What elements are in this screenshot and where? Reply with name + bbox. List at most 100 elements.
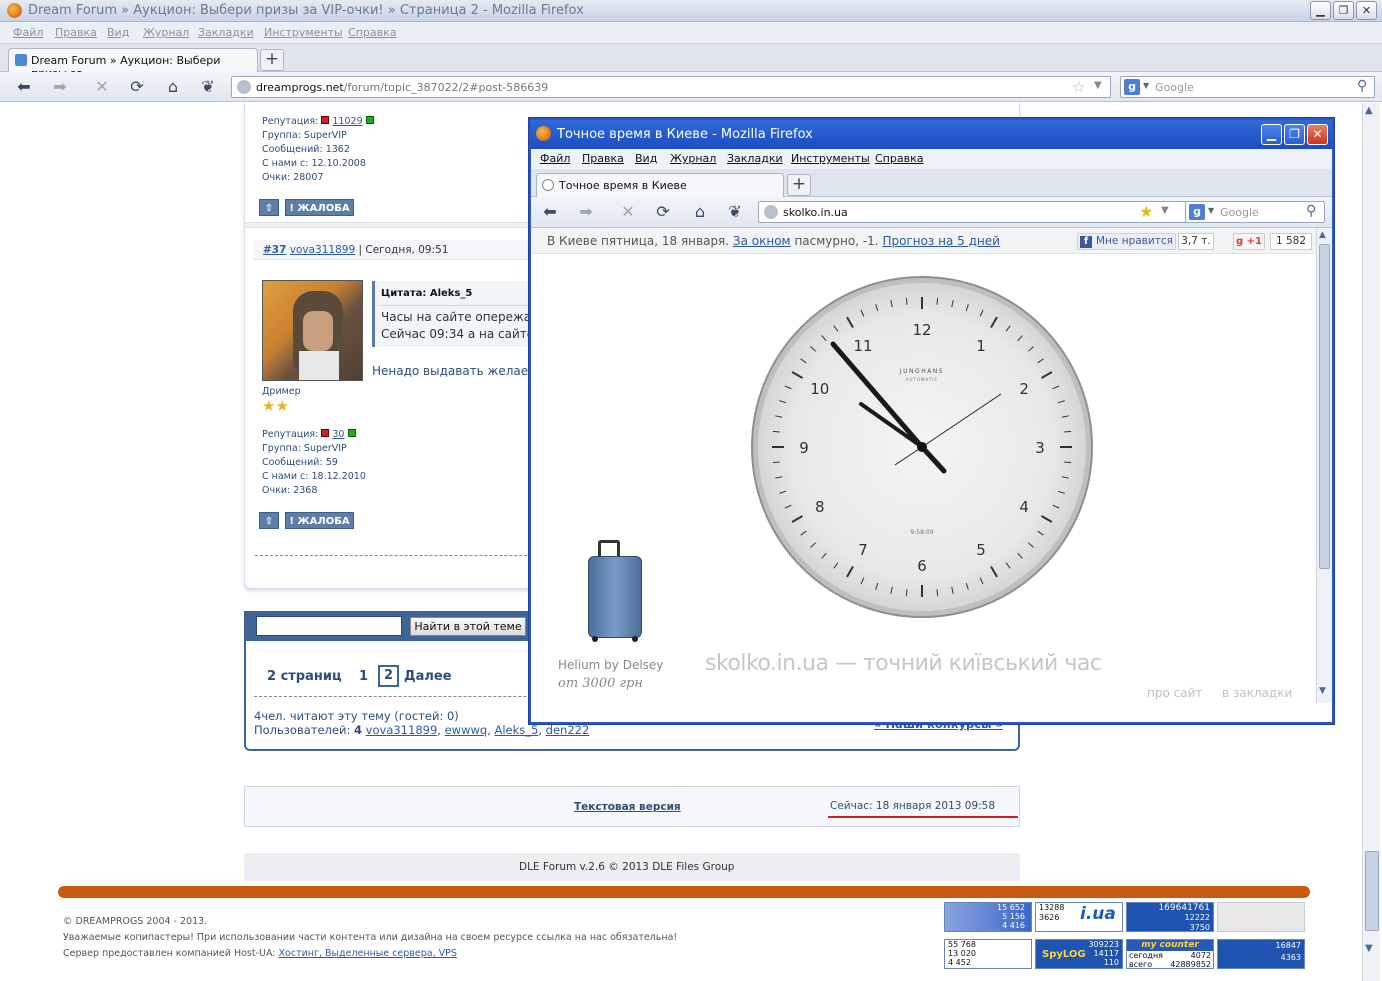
post2-complaint-button[interactable]: ! ЖАЛОБА	[285, 512, 354, 529]
maximize-button[interactable]: ❐	[1333, 1, 1354, 20]
popup-new-tab-button[interactable]: +	[787, 174, 811, 196]
menu-bookmarks[interactable]: Закладки	[198, 26, 254, 39]
menu-edit[interactable]: Правка	[55, 26, 97, 39]
text-version-link[interactable]: Текстовая версия	[574, 801, 681, 813]
post2-author-link[interactable]: vova311899	[290, 244, 355, 256]
popup-forward-icon[interactable]: ➡	[576, 202, 596, 222]
popup-bookmark-star-icon[interactable]: ★	[1139, 202, 1153, 221]
facebook-icon: f	[1080, 236, 1092, 248]
counter-empty[interactable]	[1217, 902, 1305, 932]
main-scrollbar[interactable]: ▲ ▼	[1362, 103, 1380, 981]
counter-uaportal[interactable]: 169641761 12222 3750	[1126, 902, 1214, 932]
home-icon[interactable]: ⌂	[163, 77, 183, 97]
popup-home-icon[interactable]: ⌂	[690, 202, 710, 222]
scroll-down-icon[interactable]: ▼	[1365, 943, 1373, 954]
about-link[interactable]: про сайт	[1147, 686, 1202, 700]
minimize-button[interactable]: ▁	[1310, 1, 1331, 20]
popup-back-icon[interactable]: ⬅	[540, 202, 560, 222]
popup-engine-dropdown-icon[interactable]: ▼	[1208, 206, 1214, 215]
popup-menu-edit[interactable]: Правка	[582, 152, 624, 165]
clock-number: 12	[912, 321, 931, 339]
menu-history[interactable]: Журнал	[143, 26, 189, 39]
popup-menu-history[interactable]: Журнал	[670, 152, 716, 165]
bookmark-star-icon[interactable]: ☆	[1072, 78, 1085, 96]
forecast-link[interactable]: Прогноз на 5 дней	[882, 234, 999, 248]
popup-scrollbar[interactable]: ▲ ▼	[1316, 228, 1332, 703]
weather-text: В Киеве пятница, 18 января. За окном пас…	[547, 234, 1000, 248]
ad-title[interactable]: Helium by Delsey	[558, 658, 663, 672]
popup-maximize-button[interactable]: ❐	[1284, 124, 1305, 145]
user-link[interactable]: ewwwq	[445, 723, 488, 737]
url-dropdown-icon[interactable]: ▼	[1094, 80, 1102, 91]
user-link[interactable]: den222	[546, 723, 590, 737]
back-icon[interactable]: ⬅	[14, 77, 34, 97]
window-link[interactable]: За окном	[733, 234, 791, 248]
post1-up-button[interactable]: ⇧	[259, 199, 279, 216]
post2-up-button[interactable]: ⇧	[259, 512, 279, 529]
topic-search-input[interactable]	[256, 616, 402, 636]
counter-1[interactable]: 15 652 5 156 4 416	[944, 902, 1032, 932]
tab-dream-forum[interactable]: Dream Forum » Аукцион: Выбери призы за..…	[8, 48, 258, 80]
counter-spylog[interactable]: 309223 14117 110 SpyLOG	[1035, 939, 1123, 969]
popup-menu-file[interactable]: Файл	[540, 152, 570, 165]
new-tab-button[interactable]: +	[260, 49, 284, 71]
popup-scroll-down-icon[interactable]: ▼	[1319, 686, 1326, 696]
popup-menu-help[interactable]: Справка	[875, 152, 923, 165]
popup-menu-tools[interactable]: Инструменты	[791, 152, 870, 165]
post1-rep-link[interactable]: 11029	[332, 116, 362, 127]
topic-search-button[interactable]: Найти в этой теме	[410, 617, 526, 636]
user-link[interactable]: vova311899	[366, 723, 438, 737]
add-bookmark-link[interactable]: в закладки	[1222, 686, 1292, 700]
addon-icon[interactable]: ❦	[198, 77, 218, 97]
popup-search-icon[interactable]: ⚲	[1306, 203, 1316, 219]
scroll-up-icon[interactable]: ▲	[1365, 105, 1373, 116]
next-page-link[interactable]: Далее	[404, 669, 452, 684]
popup-reload-icon[interactable]: ⟳	[653, 202, 673, 222]
popup-scroll-thumb[interactable]	[1319, 244, 1330, 569]
post2-rep-link[interactable]: 30	[332, 429, 344, 440]
engine-dropdown-icon[interactable]: ▼	[1143, 81, 1149, 90]
scroll-thumb[interactable]	[1365, 851, 1379, 931]
popup-search-bar[interactable]: g ▼ Google ⚲	[1185, 201, 1325, 223]
menu-help[interactable]: Справка	[348, 26, 396, 39]
menu-file[interactable]: Файл	[13, 26, 43, 39]
counter-7[interactable]: 16847 4363	[1217, 939, 1305, 969]
reload-icon[interactable]: ⟳	[127, 77, 147, 97]
menu-tools[interactable]: Инструменты	[264, 26, 343, 39]
clock-number: 1	[976, 337, 986, 355]
popup-menu-bookmarks[interactable]: Закладки	[727, 152, 783, 165]
url-bar[interactable]: dreamprogs.net/forum/topic_387022/2#post…	[231, 76, 1111, 98]
close-button[interactable]: ✕	[1356, 1, 1377, 20]
facebook-like-button[interactable]: f Мне нравится	[1077, 233, 1176, 250]
post2-reputation: Репутация: 30	[262, 428, 366, 442]
popup-url-bar[interactable]: skolko.in.ua ★ ▼	[758, 201, 1206, 223]
popup-tab[interactable]: Точное время в Киеве	[536, 173, 784, 197]
post1-messages: Сообщений: 1362	[262, 144, 350, 155]
host-link[interactable]: Хостинг, Выделенные сервера, VPS	[279, 948, 457, 959]
red-underline	[828, 816, 1018, 818]
gplus-button[interactable]: g +1	[1233, 233, 1265, 250]
post1-group: Группа: SuperVIP	[262, 130, 347, 141]
popup-minimize-button[interactable]: ▁	[1261, 124, 1282, 145]
counter-mycounter[interactable]: my counter сегодня 4072 всего 42889852	[1126, 939, 1214, 969]
suitcase-image[interactable]	[584, 540, 648, 644]
popup-page: В Киеве пятница, 18 января. За окном пас…	[531, 228, 1332, 722]
stop-icon[interactable]: ✕	[92, 77, 112, 97]
search-icon[interactable]: ⚲	[1357, 78, 1367, 94]
search-bar[interactable]: g ▼ Google ⚲	[1120, 76, 1375, 98]
post1-complaint-button[interactable]: ! ЖАЛОБА	[285, 199, 354, 216]
popup-close-button[interactable]: ✕	[1307, 124, 1328, 145]
popup-scroll-up-icon[interactable]: ▲	[1319, 230, 1326, 240]
user-link[interactable]: Aleks_5	[495, 723, 539, 737]
counter-4[interactable]: 55 768 13 020 4 452	[944, 939, 1032, 969]
page-1-link[interactable]: 1	[359, 669, 368, 684]
popup-menu-view[interactable]: Вид	[635, 152, 657, 165]
popup-stop-icon[interactable]: ✕	[618, 202, 638, 222]
url-text: dreamprogs.net/forum/topic_387022/2#post…	[256, 81, 549, 94]
post2-number-link[interactable]: #37	[263, 244, 286, 256]
forward-icon[interactable]: ➡	[50, 77, 70, 97]
menu-view[interactable]: Вид	[107, 26, 129, 39]
counter-iua[interactable]: 13288 3626 i.ua	[1035, 902, 1123, 932]
popup-addon-icon[interactable]: ❦	[725, 202, 745, 222]
popup-url-dropdown-icon[interactable]: ▼	[1161, 205, 1169, 216]
